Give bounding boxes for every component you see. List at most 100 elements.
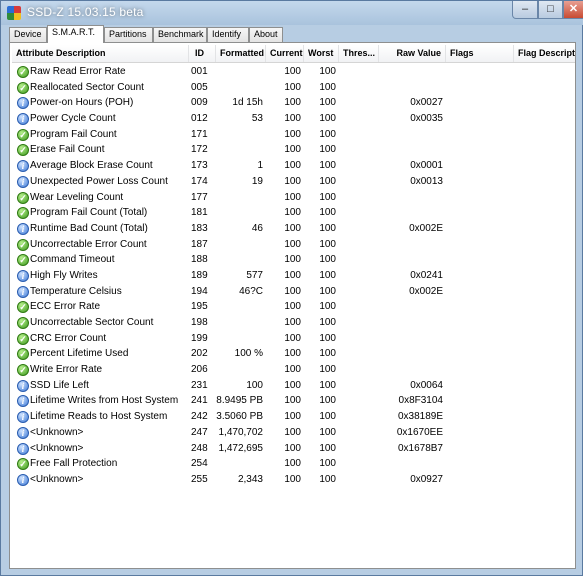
column-header-worst[interactable]: Worst	[304, 45, 339, 62]
checkmark-icon: ✓	[17, 191, 29, 204]
attribute-description: Percent Lifetime Used	[30, 348, 129, 360]
attribute-raw-value	[380, 252, 443, 267]
column-header-current[interactable]: Current	[266, 45, 304, 62]
window-title: SSD-Z 15.03.15 beta	[27, 5, 144, 19]
table-row[interactable]: ✓ Program Fail Count 171 100 100	[12, 127, 575, 143]
attribute-raw-value: 0x0035	[410, 113, 443, 125]
attribute-formatted	[216, 252, 263, 267]
table-row[interactable]: i Unexpected Power Loss Count 174 19 100 100 0…	[12, 174, 575, 190]
attribute-worst: 100	[319, 160, 336, 172]
attribute-description: Raw Read Error Rate	[30, 66, 126, 77]
attribute-description: <Unknown>	[30, 473, 84, 485]
table-row[interactable]: ✓ Uncorrectable Sector Count 198 100 100	[12, 315, 575, 331]
info-icon: i	[17, 285, 29, 298]
table-row[interactable]: ✓ Percent Lifetime Used 202 100 % 100 100	[12, 346, 575, 362]
table-row[interactable]: ✓ Free Fall Protection 254 100 100	[12, 456, 575, 472]
table-row[interactable]: i Lifetime Reads to Host System 242 3.5060 …	[12, 409, 575, 425]
checkmark-icon: ✓	[17, 128, 29, 141]
column-header-id[interactable]: ID	[189, 45, 216, 62]
checkmark-icon: ✓	[17, 348, 29, 361]
attribute-raw-value: 0x0064	[410, 379, 443, 391]
title-bar[interactable]: SSD-Z 15.03.15 beta – □ ✕	[1, 1, 583, 25]
table-row[interactable]: ✓ Raw Read Error Rate 001 100 100	[12, 64, 575, 80]
table-row[interactable]: i <Unknown> 247 1,470,702 100 100 0x1670EE	[12, 425, 575, 441]
attribute-worst: 100	[319, 222, 336, 234]
tab-identify[interactable]: Identify	[207, 27, 249, 42]
info-icon: i	[17, 113, 29, 126]
attribute-description: Free Fall Protection	[30, 458, 118, 470]
table-row[interactable]: ✓ Write Error Rate 206 100 100	[12, 362, 575, 378]
attribute-description: <Unknown>	[30, 426, 84, 438]
tab-about[interactable]: About	[249, 27, 283, 42]
minimize-button[interactable]: –	[512, 1, 538, 19]
attribute-raw-value	[380, 346, 443, 361]
table-row[interactable]: ✓ Uncorrectable Error Count 187 100 100	[12, 237, 575, 253]
attribute-id: 171	[191, 128, 208, 140]
attribute-worst: 100	[319, 269, 336, 281]
column-header-flag-description[interactable]: Flag Descriptio	[514, 45, 575, 62]
table-row[interactable]: ✓ Wear Leveling Count 177 100 100	[12, 190, 575, 206]
table-row[interactable]: i Average Block Erase Count 173 1 100 100 0x00…	[12, 158, 575, 174]
table-row[interactable]: ✓ CRC Error Count 199 100 100	[12, 331, 575, 347]
info-icon: i	[17, 395, 29, 408]
attribute-worst: 100	[319, 317, 336, 328]
attribute-raw-value: 0x0241	[410, 269, 443, 281]
table-row[interactable]: ✓ ECC Error Rate 195 100 100	[12, 299, 575, 315]
table-row[interactable]: i <Unknown> 255 2,343 100 100 0x0927	[12, 472, 575, 488]
table-row[interactable]: i Power-on Hours (POH) 009 1d 15h 100 100 0x00…	[12, 95, 575, 111]
attribute-description: Wear Leveling Count	[30, 191, 124, 203]
attribute-formatted: 100	[246, 379, 263, 391]
column-header-description[interactable]: Attribute Description	[12, 45, 189, 62]
column-header-flags[interactable]: Flags	[446, 45, 514, 62]
attribute-description: ECC Error Rate	[30, 301, 101, 313]
table-row[interactable]: i Temperature Celsius 194 46?C 100 100 0x002E	[12, 284, 575, 300]
attribute-current: 100	[284, 332, 301, 344]
attribute-worst: 100	[319, 411, 336, 423]
attribute-worst: 100	[319, 301, 336, 313]
attribute-description: Reallocated Sector Count	[30, 81, 144, 93]
tab-benchmark[interactable]: Benchmark	[153, 27, 207, 42]
table-row[interactable]: ✓ Reallocated Sector Count 005 100 100	[12, 80, 575, 96]
column-header-threshold[interactable]: Thres...	[339, 45, 379, 62]
attribute-worst: 100	[319, 238, 336, 250]
table-row[interactable]: ✓ Program Fail Count (Total) 181 100 100	[12, 205, 575, 221]
attribute-current: 100	[284, 269, 301, 281]
attribute-formatted	[216, 142, 263, 157]
checkmark-icon: ✓	[17, 332, 29, 345]
attribute-description: Power Cycle Count	[30, 113, 116, 125]
table-row[interactable]: ✓ Command Timeout 188 100 100	[12, 252, 575, 268]
close-button[interactable]: ✕	[563, 1, 583, 19]
tab-device[interactable]: Device	[9, 27, 47, 42]
tab-partitions[interactable]: Partitions	[104, 27, 153, 42]
table-row[interactable]: i High Fly Writes 189 577 100 100 0x0241	[12, 268, 575, 284]
column-header-raw-value[interactable]: Raw Value	[379, 45, 446, 62]
attribute-description: SSD Life Left	[30, 379, 89, 391]
attribute-formatted: 8.9495 PB	[216, 395, 263, 407]
attribute-description: Uncorrectable Error Count	[30, 238, 147, 250]
attribute-worst: 100	[319, 128, 336, 140]
attribute-formatted	[216, 127, 263, 142]
attribute-raw-value: 0x8F3104	[398, 395, 443, 407]
attribute-raw-value	[380, 205, 443, 220]
table-row[interactable]: i <Unknown> 248 1,472,695 100 100 0x1678B7	[12, 441, 575, 457]
attribute-raw-value	[380, 237, 443, 252]
smart-panel: Attribute Description ID Formatted Curre…	[9, 42, 576, 569]
column-header-formatted[interactable]: Formatted	[216, 45, 266, 62]
table-row[interactable]: i Power Cycle Count 012 53 100 100 0x0035	[12, 111, 575, 127]
attribute-id: 181	[191, 207, 208, 219]
table-row[interactable]: ✓ Erase Fail Count 172 100 100	[12, 142, 575, 158]
table-row[interactable]: i Runtime Bad Count (Total) 183 46 100 100 0x0…	[12, 221, 575, 237]
attribute-current: 100	[284, 175, 301, 187]
maximize-button[interactable]: □	[538, 1, 563, 19]
attribute-current: 100	[284, 395, 301, 407]
attribute-formatted: 1,472,695	[218, 442, 264, 454]
app-logo-icon	[7, 6, 21, 20]
attribute-formatted: 19	[251, 175, 263, 187]
checkmark-icon: ✓	[17, 301, 29, 314]
table-row[interactable]: i Lifetime Writes from Host System 241 8.94…	[12, 393, 575, 409]
attribute-raw-value	[380, 299, 443, 314]
tab-smart[interactable]: S.M.A.R.T.	[47, 25, 104, 43]
attribute-formatted: 53	[251, 113, 263, 125]
attribute-current: 100	[284, 364, 301, 376]
table-row[interactable]: i SSD Life Left 231 100 100 100 0x0064	[12, 378, 575, 394]
